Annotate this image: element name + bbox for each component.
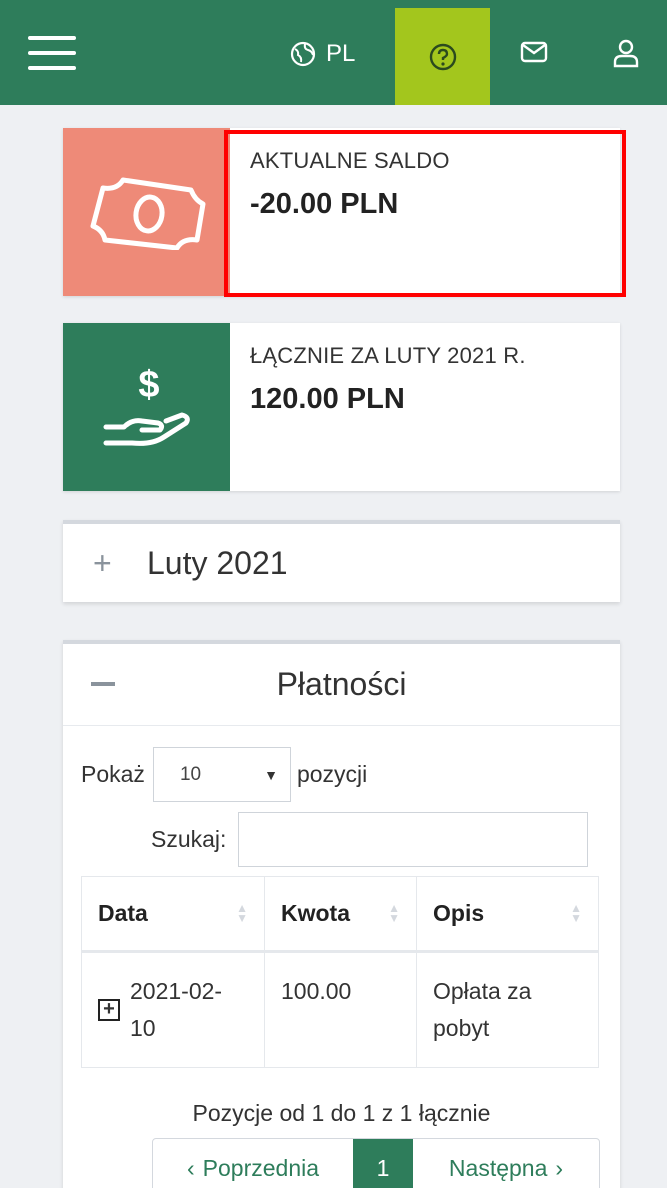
page-length-value: 10 <box>179 763 202 785</box>
previous-page-button[interactable]: ‹ Poprzednia <box>153 1139 353 1188</box>
search-input[interactable] <box>238 812 589 867</box>
monthly-total-card: $ ŁĄCZNIE ZA LUTY 2021 R. 120.00 PLN <box>63 323 620 491</box>
payments-title: Płatności <box>276 666 407 702</box>
page-number-button[interactable]: 1 <box>353 1139 413 1188</box>
caret-down-icon: ▼ <box>264 766 278 783</box>
balance-label: AKTUALNE SALDO <box>250 148 450 173</box>
balance-card: AKTUALNE SALDO -20.00 PLN <box>63 128 620 296</box>
balance-value: -20.00 PLN <box>250 188 399 220</box>
page-length-control: Pokaż 10 ▼ pozycji <box>81 747 367 802</box>
pagination: ‹ Poprzednia 1 Następna › <box>152 1138 600 1188</box>
expand-plus-icon[interactable]: + <box>93 545 125 582</box>
show-suffix-label: pozycji <box>296 761 368 787</box>
payments-panel: Płatności Pokaż 10 ▼ pozycji Szukaj: Dat… <box>63 640 620 1188</box>
page-length-select[interactable]: 10 ▼ <box>152 747 291 802</box>
payments-panel-header[interactable]: Płatności <box>63 644 620 726</box>
next-page-label: Następna <box>448 1154 548 1181</box>
monthly-total-label: ŁĄCZNIE ZA LUTY 2021 R. <box>250 343 526 368</box>
question-circle-icon <box>429 43 456 70</box>
table-row: + 2021-02- 10 100.00 Opłata za pobyt <box>81 951 599 1068</box>
balance-icon-tile <box>63 128 230 296</box>
cell-amount: 100.00 <box>264 951 417 1068</box>
language-switcher[interactable]: PL <box>290 40 355 68</box>
banknote-icon <box>90 177 205 250</box>
monthly-icon-tile: $ <box>63 323 230 491</box>
language-label: PL <box>326 40 356 67</box>
table-header-row: Data ▲ ▼ Kwota ▲ ▼ Opis ▲ ▼ <box>81 876 599 953</box>
table-info: Pozycje od 1 do 1 z 1 łącznie <box>192 1100 491 1126</box>
sort-icon: ▲ ▼ <box>236 901 248 925</box>
search-control: Szukaj: <box>151 812 589 867</box>
monthly-total-value: 120.00 PLN <box>250 383 405 415</box>
column-header-date[interactable]: Data ▲ ▼ <box>81 876 265 953</box>
help-button[interactable] <box>395 8 490 105</box>
top-navbar: PL <box>0 0 667 105</box>
account-button[interactable] <box>612 38 640 73</box>
sort-icon: ▲ ▼ <box>388 901 400 925</box>
show-prefix-label: Pokaż <box>81 761 145 787</box>
next-page-button[interactable]: Następna › <box>413 1139 599 1188</box>
cell-description: Opłata za pobyt <box>416 951 599 1068</box>
messages-button[interactable] <box>520 40 548 69</box>
chevron-right-icon: › <box>555 1154 564 1181</box>
row-expand-icon[interactable]: + <box>98 999 120 1021</box>
cell-date: + 2021-02- 10 <box>81 951 265 1068</box>
hand-dollar-icon: $ <box>103 364 190 446</box>
column-header-amount[interactable]: Kwota ▲ ▼ <box>264 876 417 953</box>
envelope-icon <box>520 41 548 63</box>
user-icon <box>613 39 639 68</box>
chevron-left-icon: ‹ <box>186 1154 195 1181</box>
search-label: Szukaj: <box>151 826 227 852</box>
column-header-description[interactable]: Opis ▲ ▼ <box>416 876 599 953</box>
svg-text:$: $ <box>138 364 159 406</box>
month-accordion-header[interactable]: + Luty 2021 <box>63 520 620 602</box>
globe-icon <box>290 41 316 67</box>
hamburger-menu-icon[interactable] <box>28 36 76 72</box>
previous-page-label: Poprzednia <box>202 1154 320 1181</box>
sort-icon: ▲ ▼ <box>570 901 582 925</box>
payments-table: Data ▲ ▼ Kwota ▲ ▼ Opis ▲ ▼ + 2021-02- 10 100.0… <box>81 876 599 1068</box>
month-label: Luty 2021 <box>147 544 288 581</box>
